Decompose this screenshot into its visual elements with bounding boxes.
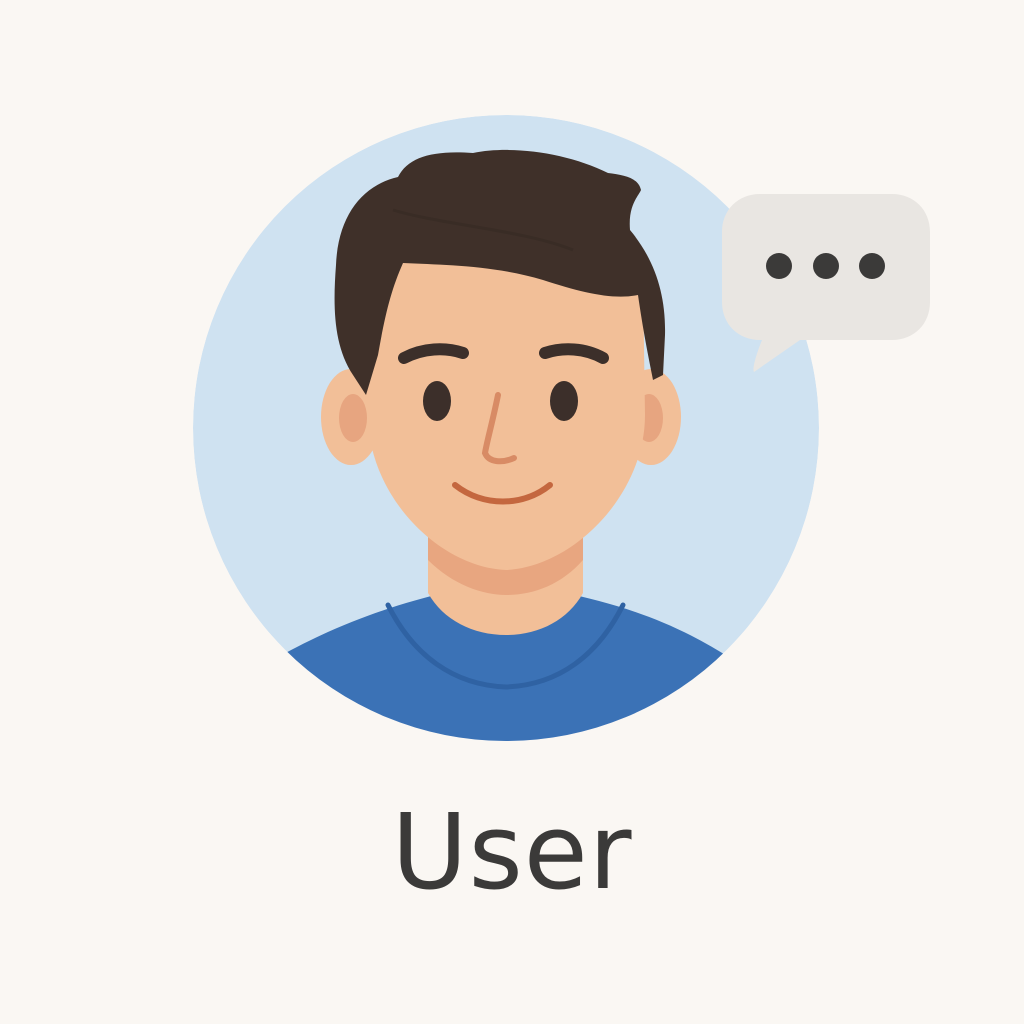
- typing-dot-1: [766, 253, 792, 279]
- avatar-eye-right: [550, 381, 578, 421]
- user-label: User: [391, 791, 633, 913]
- typing-dot-3: [859, 253, 885, 279]
- speech-bubble-body: [722, 194, 930, 372]
- avatar-eye-left: [423, 381, 451, 421]
- typing-dot-2: [813, 253, 839, 279]
- speech-bubble-typing-icon: [722, 194, 930, 372]
